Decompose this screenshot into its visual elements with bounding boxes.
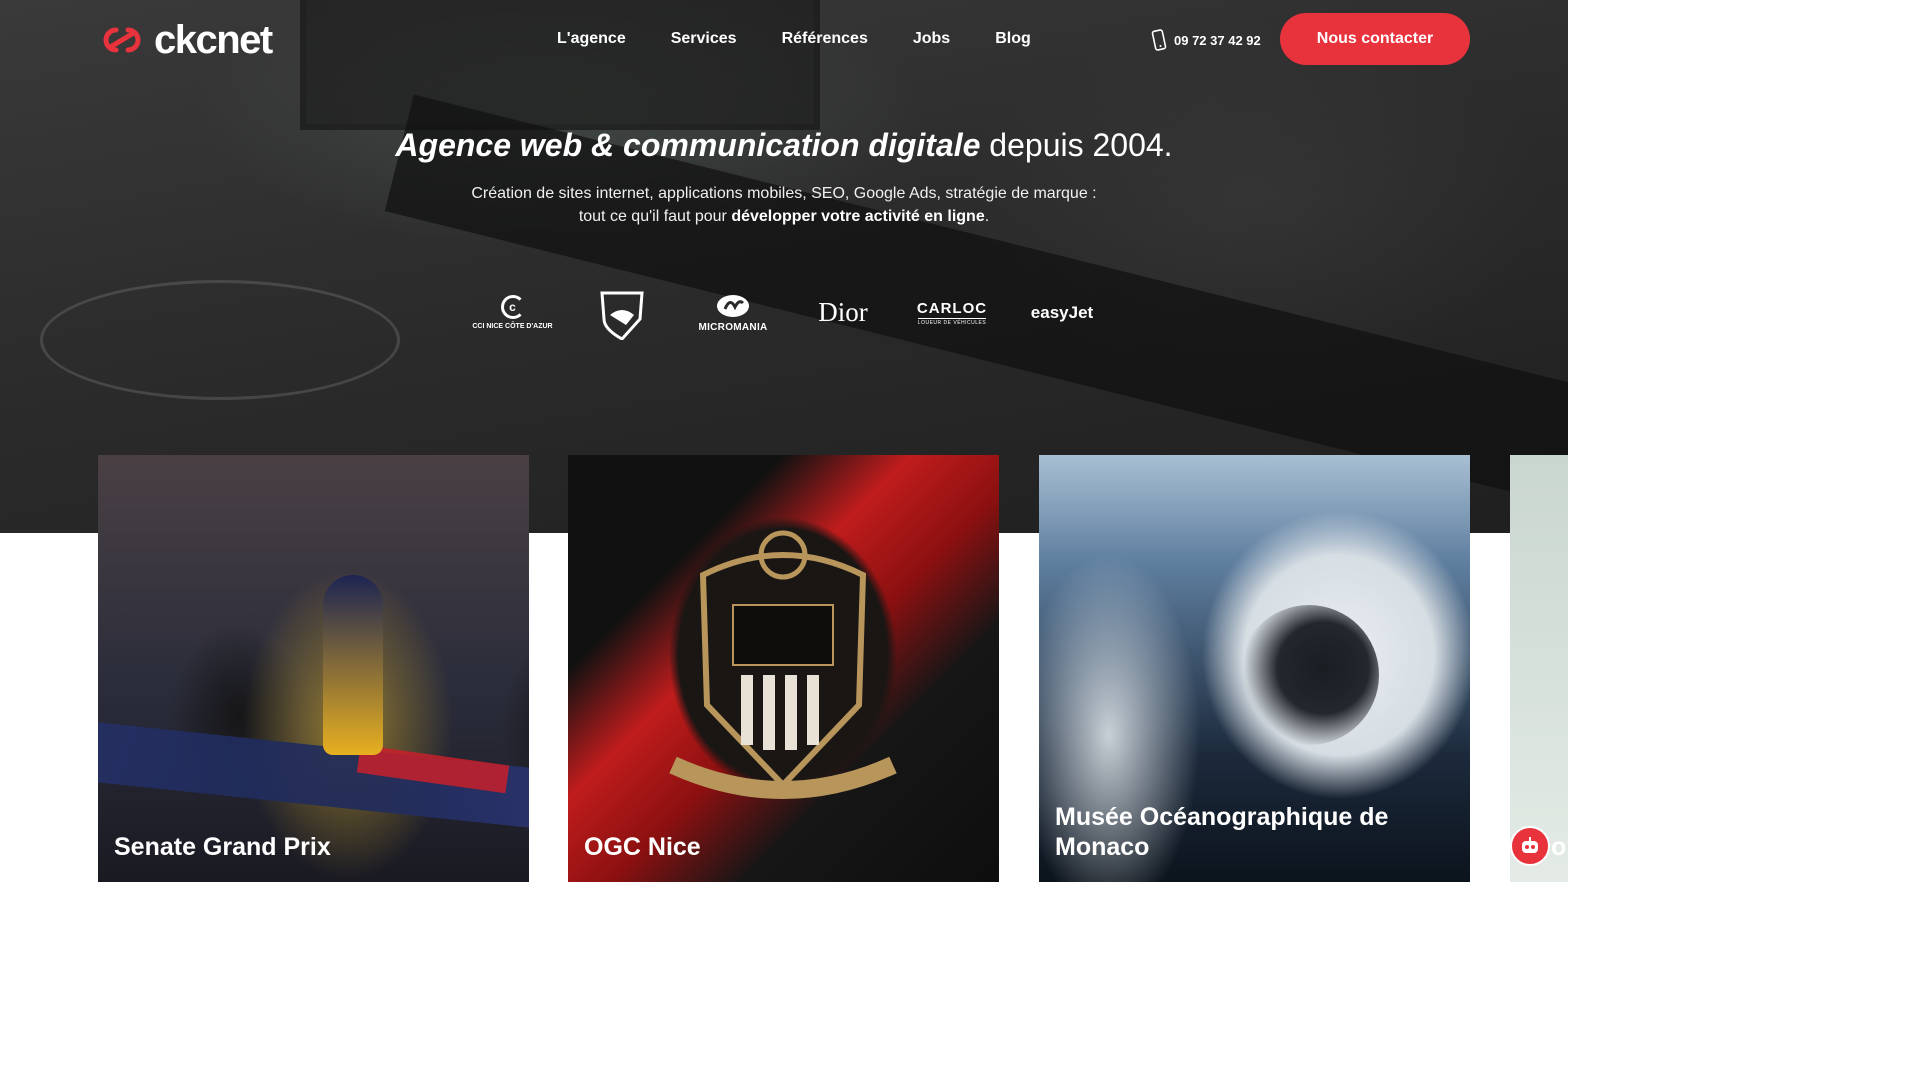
- subtitle-line-1: Création de sites internet, applications…: [471, 185, 1097, 202]
- chatbot-button[interactable]: [1510, 826, 1550, 866]
- client-cci-label: CCI NICE CÔTE D'AZUR: [472, 323, 553, 330]
- project-card-title: Senate Grand Prix: [114, 833, 331, 861]
- subtitle-line-2-bold: développer votre activité en ligne: [731, 208, 985, 225]
- client-dior-label: Dior: [818, 297, 868, 327]
- project-card-title: OGC Nice: [584, 833, 701, 861]
- logo-wordmark: ckcnet: [154, 18, 273, 62]
- subtitle-line-2-suffix: .: [984, 208, 990, 225]
- card-image-detail: [323, 575, 383, 755]
- site-header: ckcnet L'agence Services Références Jobs…: [0, 0, 1568, 78]
- ckcnet-logo-icon: [103, 27, 141, 53]
- headline-light: depuis 2004.: [989, 127, 1173, 163]
- hero-headline: Agence web & communication digitale depu…: [0, 127, 1568, 164]
- client-logo-dior: Dior: [813, 285, 873, 340]
- nav-item-jobs[interactable]: Jobs: [913, 28, 950, 50]
- subtitle-line-2-prefix: tout ce qu'il faut pour: [578, 208, 727, 225]
- client-easyjet-label: easyJet: [1030, 302, 1094, 322]
- nav-item-references[interactable]: Références: [782, 28, 868, 50]
- nav-item-blog[interactable]: Blog: [995, 28, 1031, 50]
- client-logo-cci: c CCI NICE CÔTE D'AZUR: [470, 285, 555, 340]
- ogc-nice-crest-image: [669, 530, 897, 799]
- site-logo[interactable]: ckcnet: [98, 18, 273, 62]
- client-logo-micromania: MICROMANIA: [695, 285, 771, 340]
- project-card-partial[interactable]: [1510, 455, 1568, 882]
- chatbot-icon: [1522, 837, 1538, 853]
- project-card-musee-oceanographique[interactable]: Musée Océanographique de Monaco: [1039, 455, 1470, 882]
- hero-background: [0, 0, 1568, 533]
- phone-number: 09 72 37 42 92: [1174, 32, 1261, 48]
- project-card-title: or: [1551, 833, 1576, 861]
- micromania-mark-icon: [717, 294, 749, 317]
- contact-button[interactable]: Nous contacter: [1280, 13, 1470, 65]
- client-logo-easyjet: easyJet: [1023, 285, 1101, 340]
- project-card-ogc-nice[interactable]: OGC Nice: [568, 455, 999, 882]
- background-cable-image: [40, 280, 400, 400]
- cci-logo-icon: c: [500, 295, 525, 319]
- project-card-senate-grand-prix[interactable]: Senate Grand Prix: [98, 455, 529, 882]
- nav-item-services[interactable]: Services: [671, 28, 737, 50]
- client-logos: c CCI NICE CÔTE D'AZUR MICROMANIA Dior C…: [470, 285, 1110, 340]
- client-carloc-label: CARLOC: [916, 299, 988, 317]
- project-card-title: Musée Océanographique de Monaco: [1055, 803, 1389, 861]
- sharks-shield-icon: [600, 291, 644, 340]
- card-image-detail: [1239, 605, 1379, 745]
- client-carloc-tagline: LOUEUR DE VÉHICULES: [917, 317, 987, 326]
- nav-item-agence[interactable]: L'agence: [557, 28, 626, 50]
- client-logo-sharks: [594, 285, 650, 340]
- headline-strong: Agence web & communication digitale: [395, 127, 981, 163]
- hero-subtitle: Création de sites internet, applications…: [0, 182, 1568, 228]
- phone-icon: [1151, 29, 1167, 51]
- main-nav: L'agence Services Références Jobs Blog: [557, 28, 1076, 50]
- client-logo-carloc: CARLOC LOUEUR DE VÉHICULES: [915, 285, 989, 340]
- client-micromania-label: MICROMANIA: [698, 321, 768, 333]
- phone-link[interactable]: 09 72 37 42 92: [1150, 29, 1261, 51]
